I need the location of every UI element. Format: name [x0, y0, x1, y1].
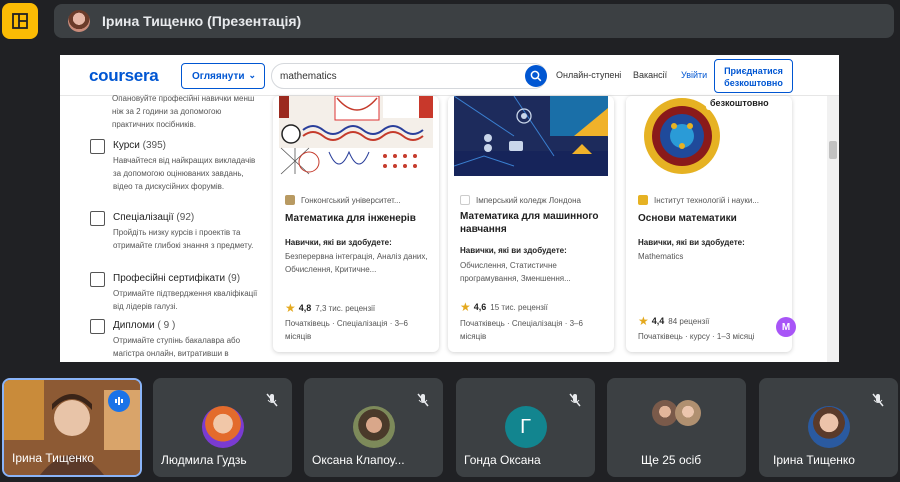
- course-meta: Початківець · курсу · 1–3 місяці: [638, 332, 755, 341]
- search-icon: [530, 70, 542, 82]
- partner: Імперський коледж Лондона: [460, 195, 610, 205]
- shared-screen: coursera Огляянути ⌄ mathematics Онлайн-…: [60, 55, 839, 362]
- mic-off-icon: [569, 393, 581, 407]
- skills-list: Безперервна інтеграція, Аналіз даних, Об…: [285, 252, 428, 274]
- filter-desc: Отримайте ступінь бакалавра або магістра…: [113, 336, 241, 358]
- more-participants-label: Ще 25 осіб: [641, 453, 702, 467]
- audio-level-icon: [115, 397, 123, 405]
- avatar-letter: Г: [504, 406, 547, 448]
- participant-name: Ірина Тищенко: [773, 453, 855, 467]
- layout-icon: [12, 13, 28, 29]
- filters-panel: Опановуйте професійні навички менш ніж з…: [60, 94, 270, 362]
- participant-tile[interactable]: Ірина Тищенко: [759, 378, 898, 477]
- skills-heading: Навички, які ви здобудете:: [638, 238, 745, 247]
- explore-button[interactable]: Огляянути ⌄: [181, 63, 265, 89]
- course-meta: Початківець · Спеціалізація · 3–6 місяці…: [285, 319, 408, 341]
- participant-name: Людмила Гудзь: [161, 453, 247, 467]
- course-image: [454, 96, 608, 176]
- checkbox[interactable]: [90, 211, 105, 226]
- skills-list: Mathematics: [638, 252, 684, 261]
- nav-vacancies[interactable]: Вакансії: [633, 70, 667, 80]
- participant-name: Ірина Тищенко: [12, 451, 94, 465]
- filter-title: Дипломи ( 9 ): [113, 320, 176, 331]
- filter-title: Спеціалізації (92): [113, 212, 195, 223]
- presenter-avatar: [68, 10, 90, 32]
- chevron-down-icon: ⌄: [248, 70, 256, 80]
- star-icon: ★: [285, 301, 296, 315]
- checkbox[interactable]: [90, 319, 105, 334]
- more-participants-tile[interactable]: Ще 25 осіб: [607, 378, 746, 477]
- rating: ★ 4,8 7,3 тис. рецензії: [285, 301, 376, 315]
- free-badge: безкоштовно: [706, 96, 773, 110]
- top-bar: Ірина Тищенко (Презентація): [0, 0, 900, 42]
- star-icon: ★: [460, 300, 471, 314]
- join-free-button[interactable]: Приєднатися безкоштовно: [714, 59, 793, 93]
- search-input[interactable]: mathematics: [271, 63, 547, 89]
- coursera-header: coursera Огляянути ⌄ mathematics Онлайн-…: [60, 55, 839, 96]
- speaking-indicator: [108, 390, 130, 412]
- participant-tile-active[interactable]: Ірина Тищенко: [2, 378, 142, 477]
- participant-tile[interactable]: Людмила Гудзь: [153, 378, 292, 477]
- partner: Гонконгський університет...: [285, 195, 435, 205]
- college-logo-icon: [460, 195, 470, 205]
- filter-title: Курси (395): [113, 140, 167, 151]
- participant-name: Гонда Оксана: [464, 453, 541, 467]
- nav-online-degrees[interactable]: Онлайн-ступені: [556, 70, 621, 80]
- participant-name: Оксана Клапоу...: [312, 453, 405, 467]
- filter-desc: Пройдіть низку курсів і проектів та отри…: [113, 228, 254, 250]
- skills-heading: Навички, які ви здобудете:: [460, 246, 567, 255]
- checkbox[interactable]: [90, 139, 105, 154]
- participant-tile[interactable]: Г Гонда Оксана: [456, 378, 595, 477]
- course-card[interactable]: безкоштовно Інститут технологій і науки.…: [626, 96, 792, 352]
- partner: Інститут технологій і науки...: [638, 195, 788, 205]
- explore-label: Огляянути: [192, 70, 245, 82]
- course-title[interactable]: Математика для машинного навчання: [460, 210, 608, 236]
- scrollbar[interactable]: [827, 96, 839, 362]
- search-value: mathematics: [280, 70, 337, 82]
- course-card[interactable]: Імперський коледж Лондона Математика для…: [448, 96, 614, 352]
- presenter-name: Ірина Тищенко (Презентація): [102, 13, 302, 29]
- course-title[interactable]: Математика для інженерів: [285, 212, 433, 225]
- course-card[interactable]: Гонконгський університет... Математика д…: [273, 96, 439, 352]
- avatar: [352, 406, 395, 448]
- mic-off-icon: [266, 393, 278, 407]
- participant-tile[interactable]: Оксана Клапоу...: [304, 378, 443, 477]
- course-image: [279, 96, 433, 176]
- course-meta: Початківець · Спеціалізація · 3–6 місяці…: [460, 319, 583, 341]
- rating: ★ 4,4 84 рецензії: [638, 314, 710, 328]
- rating: ★ 4,6 15 тис. рецензії: [460, 300, 548, 314]
- avatar: [675, 400, 701, 426]
- presenter-chip[interactable]: Ірина Тищенко (Презентація): [54, 4, 894, 38]
- filter-desc: Навчайтеся від найкращих викладачів за д…: [113, 156, 256, 191]
- university-logo-icon: [285, 195, 295, 205]
- search-button[interactable]: [525, 65, 547, 87]
- course-title[interactable]: Основи математики: [638, 212, 786, 225]
- nav-login[interactable]: Увійти: [681, 70, 707, 80]
- avatar: [201, 406, 244, 448]
- layout-toggle-button[interactable]: [2, 3, 38, 39]
- skills-list: Обчислення, Статистичне програмування, З…: [460, 261, 571, 283]
- skills-heading: Навички, які ви здобудете:: [285, 238, 392, 247]
- filter-top-desc: Опановуйте професійні навички менш ніж з…: [112, 94, 255, 129]
- mic-off-icon: [417, 393, 429, 407]
- scroll-thumb[interactable]: [829, 141, 837, 159]
- filter-desc: Отримайте підтвердження кваліфікації від…: [113, 289, 258, 311]
- star-icon: ★: [638, 314, 649, 328]
- avatar: [807, 406, 850, 448]
- institute-logo-icon: [638, 195, 648, 205]
- checkbox[interactable]: [90, 272, 105, 287]
- mic-off-icon: [872, 393, 884, 407]
- meet-window: Ірина Тищенко (Презентація) coursera Огл…: [0, 0, 900, 482]
- coursera-logo[interactable]: coursera: [89, 66, 159, 86]
- m-badge[interactable]: M: [776, 317, 796, 337]
- filter-title: Професійні сертифікати (9): [113, 273, 241, 284]
